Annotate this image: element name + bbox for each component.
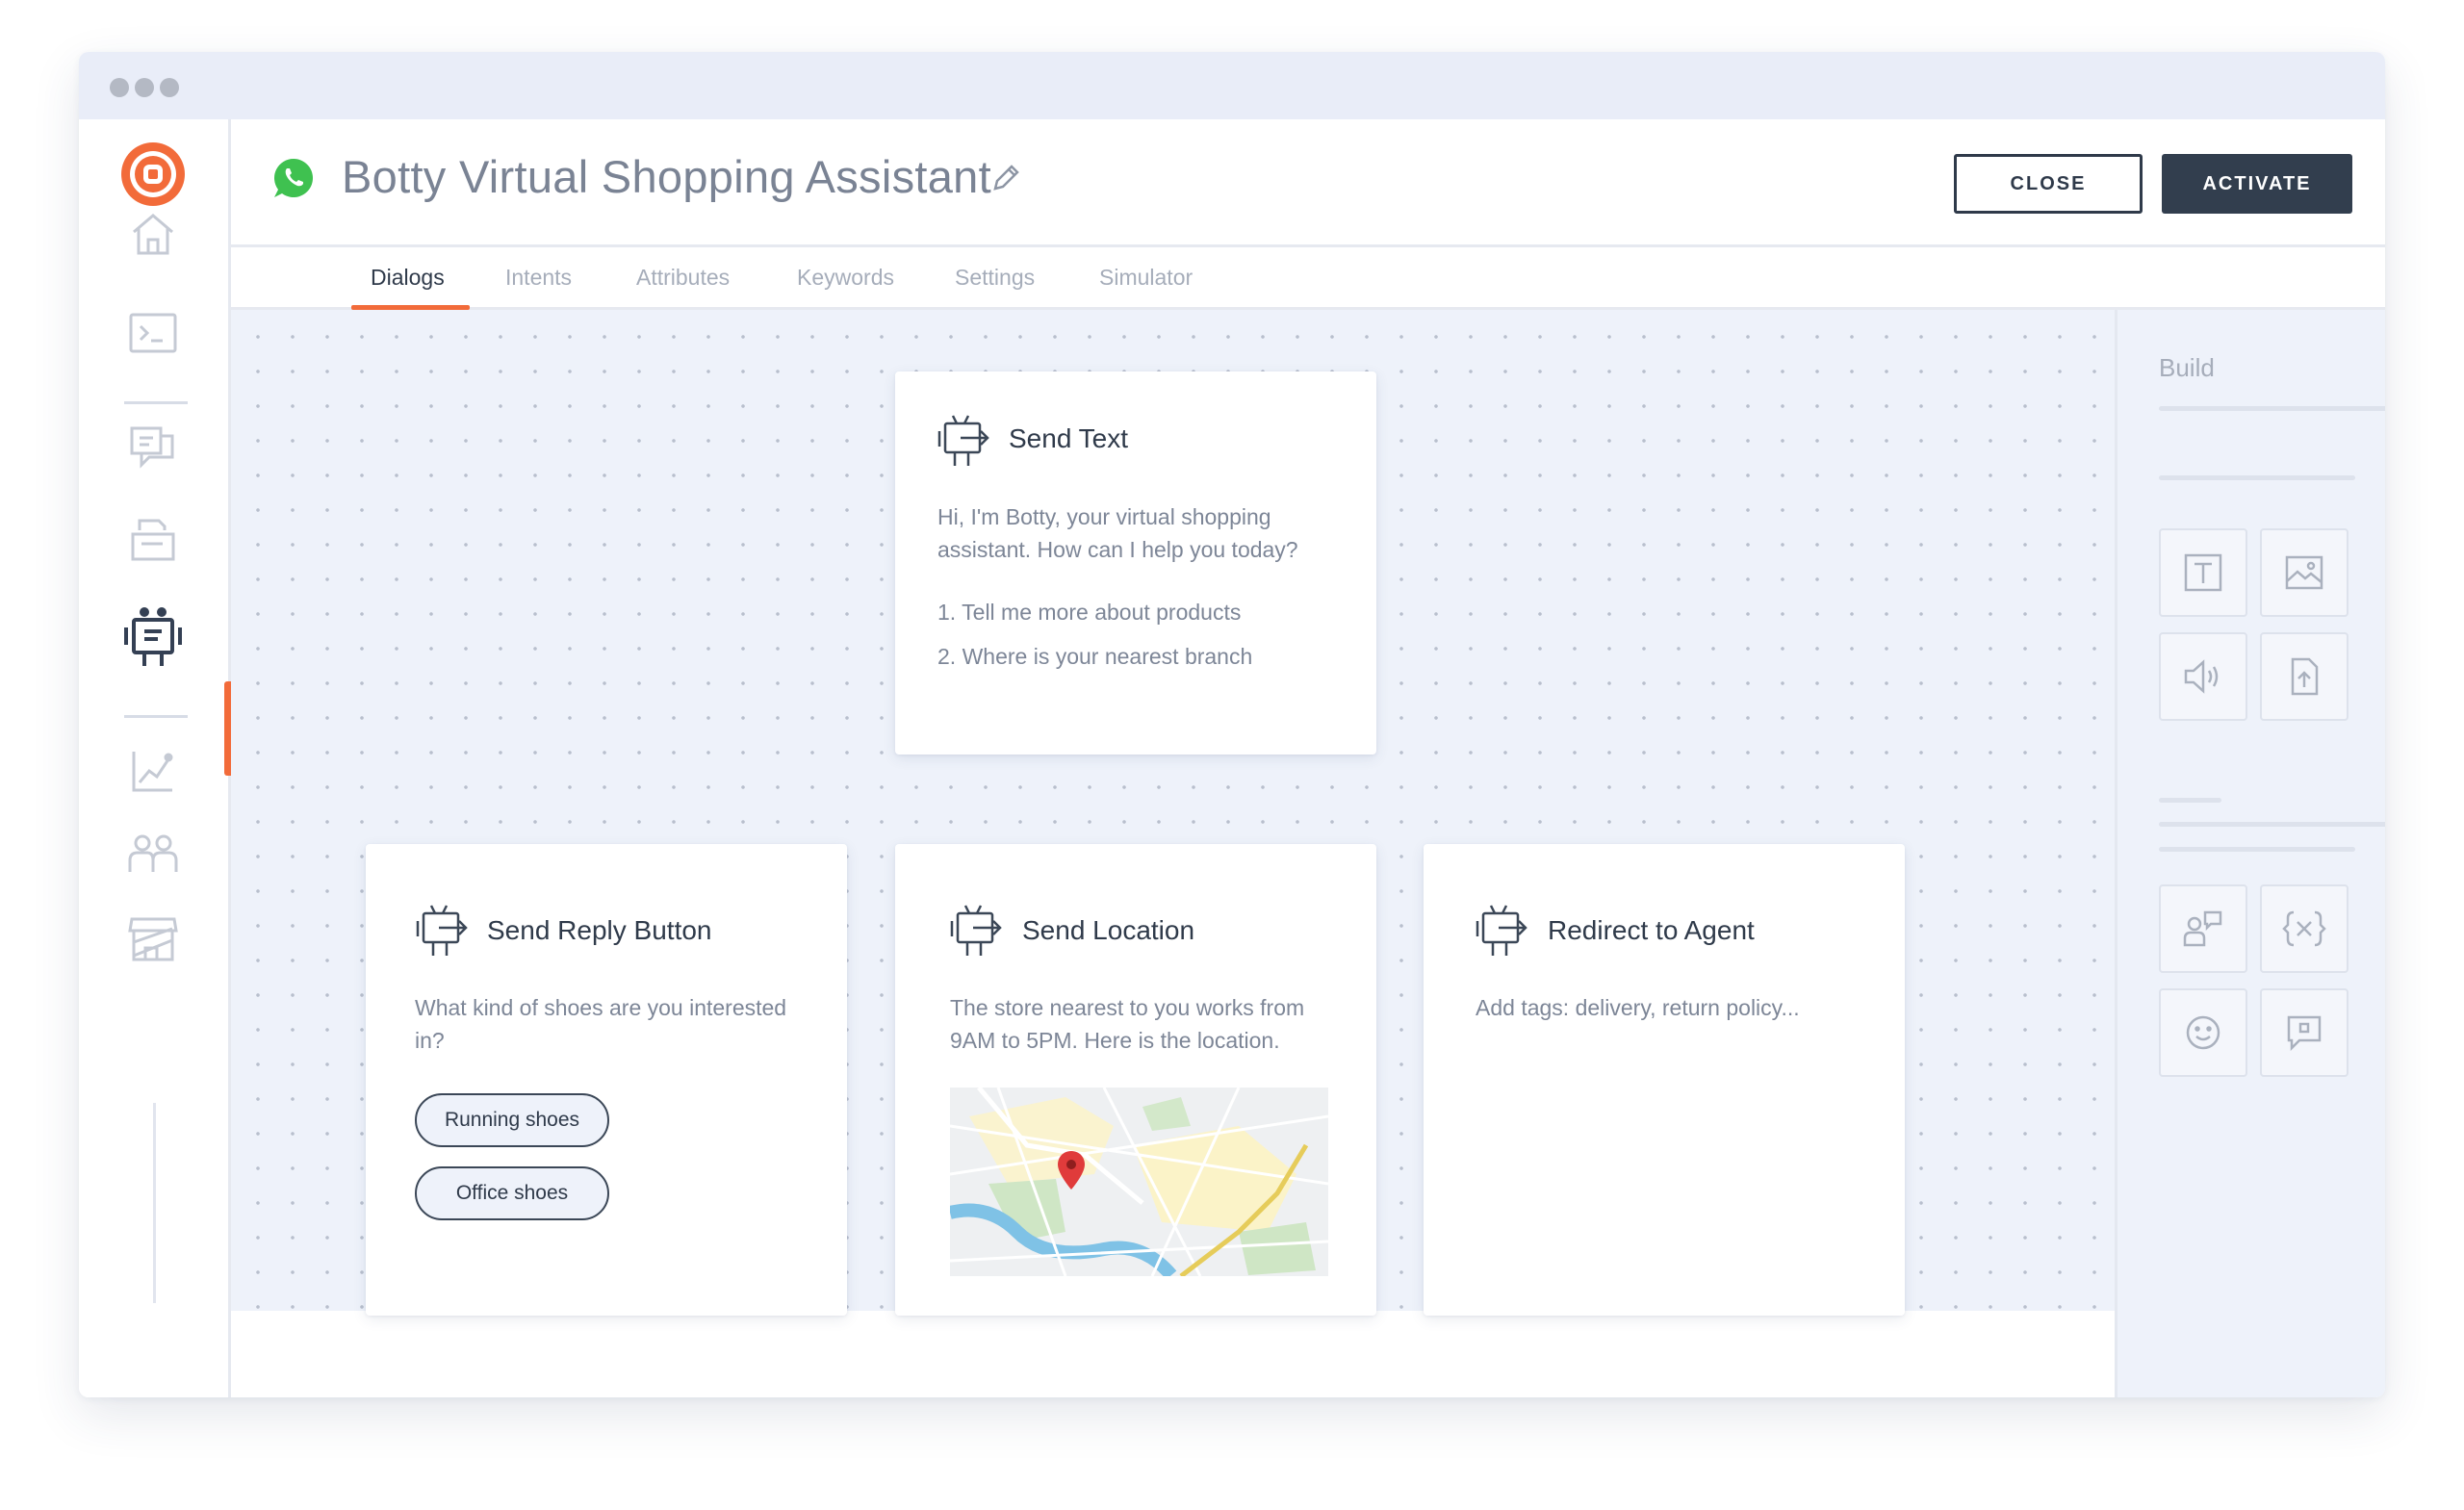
panel-section-heading xyxy=(2159,798,2221,803)
people-icon[interactable] xyxy=(119,819,187,886)
chat-bubbles-icon[interactable] xyxy=(119,412,187,479)
window-minimize-dot[interactable] xyxy=(135,78,154,97)
tab-intents[interactable]: Intents xyxy=(505,247,572,307)
list-item: 2. Where is your nearest branch xyxy=(937,644,1253,669)
audio-tool[interactable] xyxy=(2159,632,2247,721)
sidebar-divider xyxy=(124,715,188,718)
home-icon[interactable] xyxy=(119,200,187,268)
build-panel-title: Build xyxy=(2159,353,2215,382)
edit-pencil-icon[interactable] xyxy=(989,162,1022,194)
tab-attributes[interactable]: Attributes xyxy=(636,247,730,307)
page-header: Botty Virtual Shopping Assistant CLOSE A… xyxy=(231,119,2385,247)
card-title: Send Location xyxy=(1022,915,1195,945)
card-title: Send Text xyxy=(1009,423,1129,453)
image-icon xyxy=(2285,555,2323,590)
list-item: 1. Tell me more about products xyxy=(937,600,1242,625)
window-maximize-dot[interactable] xyxy=(160,78,179,97)
message-tool[interactable] xyxy=(2260,988,2348,1077)
dialog-canvas[interactable]: Send Text Hi, I'm Botty, your virtual sh… xyxy=(231,310,2115,1397)
panel-divider xyxy=(2159,822,2385,827)
sidebar-scroll-track xyxy=(153,1103,156,1303)
panel-divider xyxy=(2159,406,2385,411)
tab-settings[interactable]: Settings xyxy=(955,247,1035,307)
panel-placeholder-line xyxy=(2159,847,2355,852)
reply-option-button[interactable]: Office shoes xyxy=(415,1166,609,1220)
variable-icon xyxy=(2282,910,2326,947)
panel-placeholder-line xyxy=(2159,475,2355,480)
activate-button[interactable]: ACTIVATE xyxy=(2162,154,2352,214)
stacked-documents-icon[interactable] xyxy=(119,506,187,574)
bot-message-icon xyxy=(416,905,468,956)
sidebar-active-indicator xyxy=(224,681,231,776)
send-location-card[interactable]: Send Location The store nearest to you w… xyxy=(895,844,1376,1316)
card-text: Add tags: delivery, return policy... xyxy=(1476,995,1800,1020)
send-text-card[interactable]: Send Text Hi, I'm Botty, your virtual sh… xyxy=(895,371,1376,755)
target-logo-icon[interactable] xyxy=(119,141,187,208)
document-tool[interactable] xyxy=(2260,632,2348,721)
whatsapp-icon xyxy=(271,156,316,200)
bot-message-icon xyxy=(950,905,1002,956)
build-panel: Build xyxy=(2115,310,2385,1397)
sidebar-divider xyxy=(124,401,188,404)
window-close-dot[interactable] xyxy=(110,78,129,97)
bot-message-icon xyxy=(937,415,989,466)
app-window: Botty Virtual Shopping Assistant CLOSE A… xyxy=(79,52,2385,1397)
text-icon xyxy=(2184,553,2222,592)
card-text: Hi, I'm Botty, your virtual shopping ass… xyxy=(937,504,1298,562)
bot-message-icon xyxy=(1476,905,1527,956)
file-upload-icon xyxy=(2291,657,2319,696)
terminal-icon[interactable] xyxy=(119,299,187,367)
card-text: The store nearest to you works from 9AM … xyxy=(950,995,1305,1053)
tab-keywords[interactable]: Keywords xyxy=(797,247,894,307)
agent-icon xyxy=(2183,910,2222,947)
robot-icon[interactable] xyxy=(119,604,187,672)
reply-option-button[interactable]: Running shoes xyxy=(415,1093,609,1147)
line-chart-icon[interactable] xyxy=(119,737,187,805)
tab-label: Dialogs xyxy=(371,264,445,290)
sidebar xyxy=(79,119,231,1397)
variable-tool[interactable] xyxy=(2260,884,2348,973)
tab-bar: Dialogs Intents Attributes Keywords Sett… xyxy=(231,247,2385,310)
page-title: Botty Virtual Shopping Assistant xyxy=(342,151,991,202)
canvas-footer xyxy=(231,1311,2115,1397)
location-map[interactable] xyxy=(950,1088,1328,1276)
tab-simulator[interactable]: Simulator xyxy=(1099,247,1193,307)
card-title: Redirect to Agent xyxy=(1548,915,1755,945)
emoji-tool[interactable] xyxy=(2159,988,2247,1077)
window-titlebar xyxy=(79,52,2385,119)
map-pin-icon xyxy=(1058,1151,1085,1190)
store-icon[interactable] xyxy=(119,905,187,972)
card-text: What kind of shoes are you interested in… xyxy=(415,995,787,1053)
agent-tool[interactable] xyxy=(2159,884,2247,973)
send-reply-button-card[interactable]: Send Reply Button What kind of shoes are… xyxy=(366,844,847,1316)
card-title: Send Reply Button xyxy=(487,915,712,945)
close-button[interactable]: CLOSE xyxy=(1954,154,2143,214)
emoji-icon xyxy=(2186,1015,2220,1050)
text-tool[interactable] xyxy=(2159,528,2247,617)
image-tool[interactable] xyxy=(2260,528,2348,617)
redirect-to-agent-card[interactable]: Redirect to Agent Add tags: delivery, re… xyxy=(1424,844,1905,1316)
message-icon xyxy=(2287,1015,2322,1052)
speaker-icon xyxy=(2184,659,2219,694)
tab-dialogs[interactable]: Dialogs xyxy=(351,247,470,310)
